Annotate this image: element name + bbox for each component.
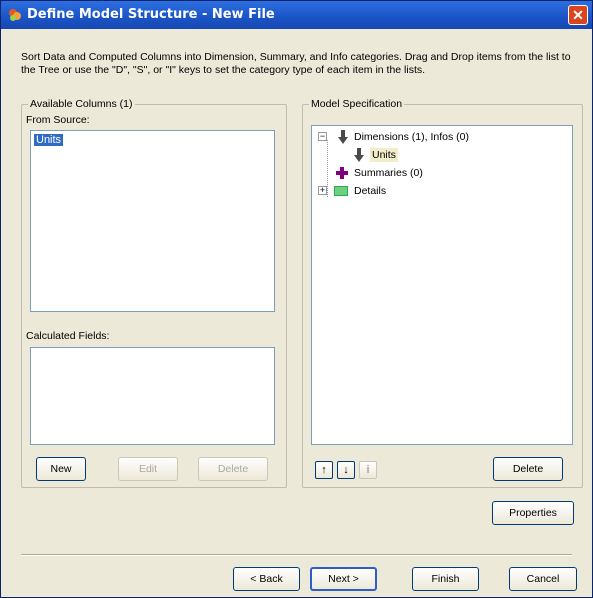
close-button[interactable]: ✕ [568, 5, 588, 25]
delete-button-left[interactable]: Delete [198, 457, 268, 481]
dimension-icon [338, 130, 348, 144]
calculated-fields-list[interactable] [30, 347, 275, 445]
units-label: Units [370, 148, 398, 162]
cancel-button[interactable]: Cancel [509, 567, 577, 591]
back-label: < Back [250, 573, 283, 585]
list-item[interactable]: Units [34, 134, 64, 146]
calculated-fields-label: Calculated Fields: [26, 330, 110, 342]
model-specification-group: Model Specification − Dimensions (1), In… [302, 98, 583, 488]
instructions-text: Sort Data and Computed Columns into Dime… [21, 51, 571, 76]
model-specification-label: Model Specification [309, 98, 405, 110]
from-source-label: From Source: [26, 114, 90, 126]
summary-icon [336, 167, 348, 179]
window-title: Define Model Structure - New File [27, 7, 275, 22]
info-icon: i [366, 464, 370, 476]
title-bar[interactable]: Define Model Structure - New File ✕ [1, 1, 592, 29]
move-down-button[interactable]: ↓ [337, 461, 355, 479]
arrow-up-icon: ↑ [321, 464, 327, 476]
new-button[interactable]: New [36, 457, 86, 481]
source-columns-list[interactable]: Units [30, 130, 275, 312]
app-icon [9, 9, 21, 21]
expand-icon[interactable]: + [318, 186, 327, 195]
info-button[interactable]: i [359, 461, 377, 479]
close-icon: ✕ [572, 7, 584, 23]
available-columns-label: Available Columns (1) [28, 98, 135, 110]
available-columns-group: Available Columns (1) From Source: Units… [21, 98, 287, 488]
delete-button-right[interactable]: Delete [493, 457, 563, 481]
arrow-down-icon: ↓ [343, 464, 349, 476]
source-item-units[interactable]: Units [34, 134, 64, 146]
next-button[interactable]: Next > [310, 567, 377, 591]
footer-separator [21, 554, 572, 556]
move-up-button[interactable]: ↑ [315, 461, 333, 479]
next-label: Next > [328, 573, 359, 585]
summaries-label: Summaries (0) [354, 167, 423, 179]
dimension-icon [354, 148, 364, 162]
details-icon [334, 186, 348, 196]
dimensions-label: Dimensions (1), Infos (0) [354, 131, 469, 143]
edit-button[interactable]: Edit [118, 457, 178, 481]
back-button[interactable]: < Back [233, 567, 300, 591]
model-tree[interactable]: − Dimensions (1), Infos (0) Units Summar… [311, 125, 573, 445]
collapse-icon[interactable]: − [318, 132, 327, 141]
tree-line [327, 140, 328, 197]
properties-button[interactable]: Properties [492, 501, 574, 525]
details-label: Details [354, 185, 387, 197]
finish-button[interactable]: Finish [412, 567, 479, 591]
dialog-window: Define Model Structure - New File ✕ Sort… [0, 0, 593, 598]
